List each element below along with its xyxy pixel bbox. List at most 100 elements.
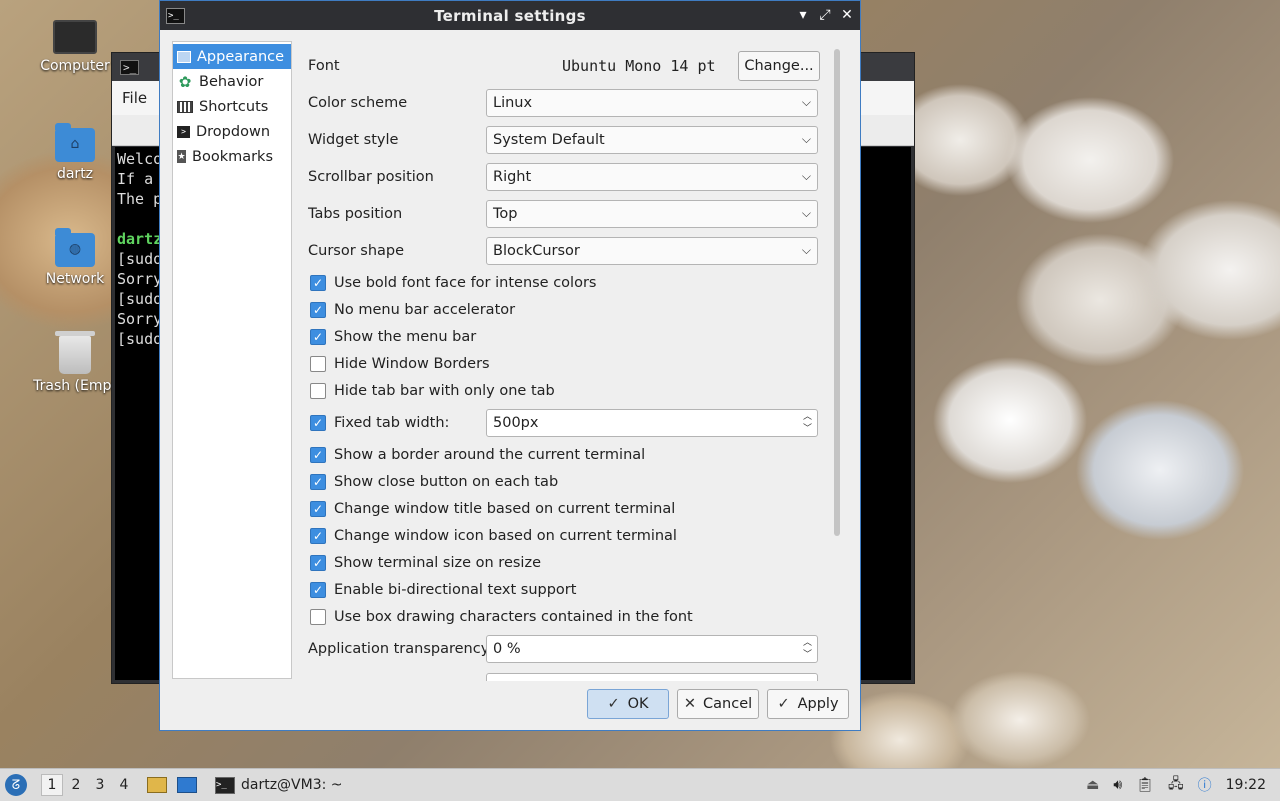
checkbox-close-button-tab[interactable]: ✓ Show close button on each tab <box>308 473 820 491</box>
monitor-icon <box>53 20 97 54</box>
checkbox-label: Use bold font face for intense colors <box>334 275 597 291</box>
maximize-icon[interactable]: ⤢ <box>818 6 832 24</box>
checkbox-show-menu-bar[interactable]: ✓ Show the menu bar <box>308 328 820 346</box>
checkbox-change-window-icon[interactable]: ✓ Change window icon based on current te… <box>308 527 820 545</box>
show-desktop-icon[interactable] <box>177 777 197 793</box>
dialog-titlebar[interactable]: >_ Terminal settings ▾ ⤢ ✕ <box>160 1 860 30</box>
trash-icon <box>55 331 95 374</box>
ok-label: OK <box>627 696 649 712</box>
update-notifier-icon[interactable]: ⓘ <box>1198 775 1212 795</box>
checkbox-unchecked-icon[interactable] <box>310 609 326 625</box>
chevron-down-icon: ⌵ <box>801 169 811 183</box>
font-label: Font <box>308 58 340 74</box>
scrollbar-position-label: Scrollbar position <box>308 169 434 185</box>
next-setting-spinbox-partial[interactable] <box>486 673 818 681</box>
checkbox-unchecked-icon[interactable] <box>310 383 326 399</box>
minimize-icon[interactable]: ▾ <box>796 6 810 24</box>
checkbox-no-menu-accelerator[interactable]: ✓ No menu bar accelerator <box>308 301 820 319</box>
appearance-icon <box>177 50 191 63</box>
apply-label: Apply <box>797 696 839 712</box>
checkbox-terminal-border[interactable]: ✓ Show a border around the current termi… <box>308 446 820 464</box>
checkbox-change-window-title[interactable]: ✓ Change window title based on current t… <box>308 500 820 518</box>
scrollbar-position-row: Scrollbar position Right ⌵ <box>308 163 820 191</box>
network-folder-icon: ◍ <box>55 228 95 267</box>
app-transparency-spinbox[interactable]: 0 % ︿ ﹀ <box>486 635 818 663</box>
sidebar-item-dropdown[interactable]: > Dropdown <box>173 119 291 144</box>
start-menu-icon[interactable]: ᘔ <box>5 774 27 796</box>
change-font-button[interactable]: Change... <box>738 51 820 81</box>
checkbox-hide-tab-bar[interactable]: Hide tab bar with only one tab <box>308 382 820 400</box>
tabs-position-select[interactable]: Top ⌵ <box>486 200 818 228</box>
settings-scrollbar[interactable] <box>833 49 842 679</box>
checkbox-label: Enable bi-directional text support <box>334 582 577 598</box>
checkbox-terminal-size-resize[interactable]: ✓ Show terminal size on resize <box>308 554 820 572</box>
combo-value: System Default <box>493 132 605 148</box>
menu-file[interactable]: File <box>122 89 147 107</box>
checkbox-label: Show the menu bar <box>334 329 477 345</box>
checkbox-checked-icon[interactable]: ✓ <box>310 447 326 463</box>
sidebar-item-appearance[interactable]: Appearance <box>173 44 291 69</box>
checkbox-checked-icon[interactable]: ✓ <box>310 302 326 318</box>
font-row: Font Ubuntu Mono 14 pt Change... <box>308 51 820 81</box>
spin-arrows-icon[interactable]: ︿ ﹀ <box>803 411 812 435</box>
workspace-1[interactable]: 1 <box>41 774 63 796</box>
spin-arrows-icon[interactable]: ︿ ﹀ <box>803 637 812 661</box>
apply-button[interactable]: ✓ Apply <box>767 689 849 719</box>
desktop-icon-label: Trash (Empt <box>33 378 117 394</box>
checkbox-checked-icon[interactable]: ✓ <box>310 501 326 517</box>
checkbox-checked-icon[interactable]: ✓ <box>310 582 326 598</box>
widget-style-select[interactable]: System Default ⌵ <box>486 126 818 154</box>
system-tray: ⏏ 🔊︎ 📋︎ 🖧 ⓘ 19:22 <box>1086 769 1280 801</box>
checkbox-unchecked-icon[interactable] <box>310 356 326 372</box>
close-icon[interactable]: ✕ <box>840 6 854 24</box>
settings-sidebar: Appearance ✿ Behavior Shortcuts > Dropdo… <box>172 41 292 679</box>
tabs-position-label: Tabs position <box>308 206 403 222</box>
desktop-icon-home[interactable]: ⌂ dartz <box>30 123 120 182</box>
checkbox-label: Change window title based on current ter… <box>334 501 676 517</box>
checkbox-checked-icon[interactable]: ✓ <box>310 415 326 431</box>
fixed-tab-width-spinbox[interactable]: 500px ︿ ﹀ <box>486 409 818 437</box>
checkbox-checked-icon[interactable]: ✓ <box>310 329 326 345</box>
color-scheme-select[interactable]: Linux ⌵ <box>486 89 818 117</box>
checkbox-hide-window-borders[interactable]: Hide Window Borders <box>308 355 820 373</box>
checkbox-label: Hide tab bar with only one tab <box>334 383 555 399</box>
taskbar-task-terminal[interactable]: >_ dartz@VM3: ~ <box>215 776 343 794</box>
app-transparency-row: Application transparency 0 % ︿ ﹀ <box>308 635 820 663</box>
appearance-settings-panel: Font Ubuntu Mono 14 pt Change... Color s… <box>308 41 822 681</box>
file-manager-icon[interactable] <box>147 777 167 793</box>
chevron-down-icon: ⌵ <box>801 95 811 109</box>
checkbox-label: No menu bar accelerator <box>334 302 516 318</box>
desktop-icon-network[interactable]: ◍ Network <box>30 228 120 287</box>
cursor-shape-select[interactable]: BlockCursor ⌵ <box>486 237 818 265</box>
checkbox-checked-icon[interactable]: ✓ <box>310 474 326 490</box>
checkbox-bold-font[interactable]: ✓ Use bold font face for intense colors <box>308 274 820 292</box>
checkbox-box-drawing[interactable]: Use box drawing characters contained in … <box>308 608 820 626</box>
checkbox-checked-icon[interactable]: ✓ <box>310 528 326 544</box>
desktop-icon-computer[interactable]: Computer <box>30 20 120 74</box>
workspace-2[interactable]: 2 <box>65 777 87 793</box>
sidebar-item-shortcuts[interactable]: Shortcuts <box>173 94 291 119</box>
checkbox-label: Show close button on each tab <box>334 474 559 490</box>
sidebar-item-bookmarks[interactable]: ★ Bookmarks <box>173 144 291 169</box>
workspace-4[interactable]: 4 <box>113 777 135 793</box>
ok-button[interactable]: ✓ OK <box>587 689 669 719</box>
checkbox-label: Hide Window Borders <box>334 356 490 372</box>
combo-value: Right <box>493 169 532 185</box>
scrollbar-position-select[interactable]: Right ⌵ <box>486 163 818 191</box>
network-icon[interactable]: 🖧 <box>1168 773 1184 797</box>
checkbox-checked-icon[interactable]: ✓ <box>310 555 326 571</box>
cancel-button[interactable]: ✕ Cancel <box>677 689 759 719</box>
scrollbar-thumb[interactable] <box>834 49 840 536</box>
workspace-3[interactable]: 3 <box>89 777 111 793</box>
check-icon: ✓ <box>777 696 790 712</box>
clipboard-icon[interactable]: 📋︎ <box>1136 777 1154 793</box>
terminal-settings-dialog: >_ Terminal settings ▾ ⤢ ✕ Appearance ✿ … <box>159 0 861 731</box>
eject-icon[interactable]: ⏏ <box>1086 777 1099 793</box>
widget-style-row: Widget style System Default ⌵ <box>308 126 820 154</box>
sidebar-item-behavior[interactable]: ✿ Behavior <box>173 69 291 94</box>
volume-icon[interactable]: 🔊︎ <box>1113 777 1122 793</box>
checkbox-bidi-text[interactable]: ✓ Enable bi-directional text support <box>308 581 820 599</box>
clock[interactable]: 19:22 <box>1226 777 1266 793</box>
checkbox-checked-icon[interactable]: ✓ <box>310 275 326 291</box>
desktop-icon-trash[interactable]: Trash (Empt <box>30 331 120 394</box>
